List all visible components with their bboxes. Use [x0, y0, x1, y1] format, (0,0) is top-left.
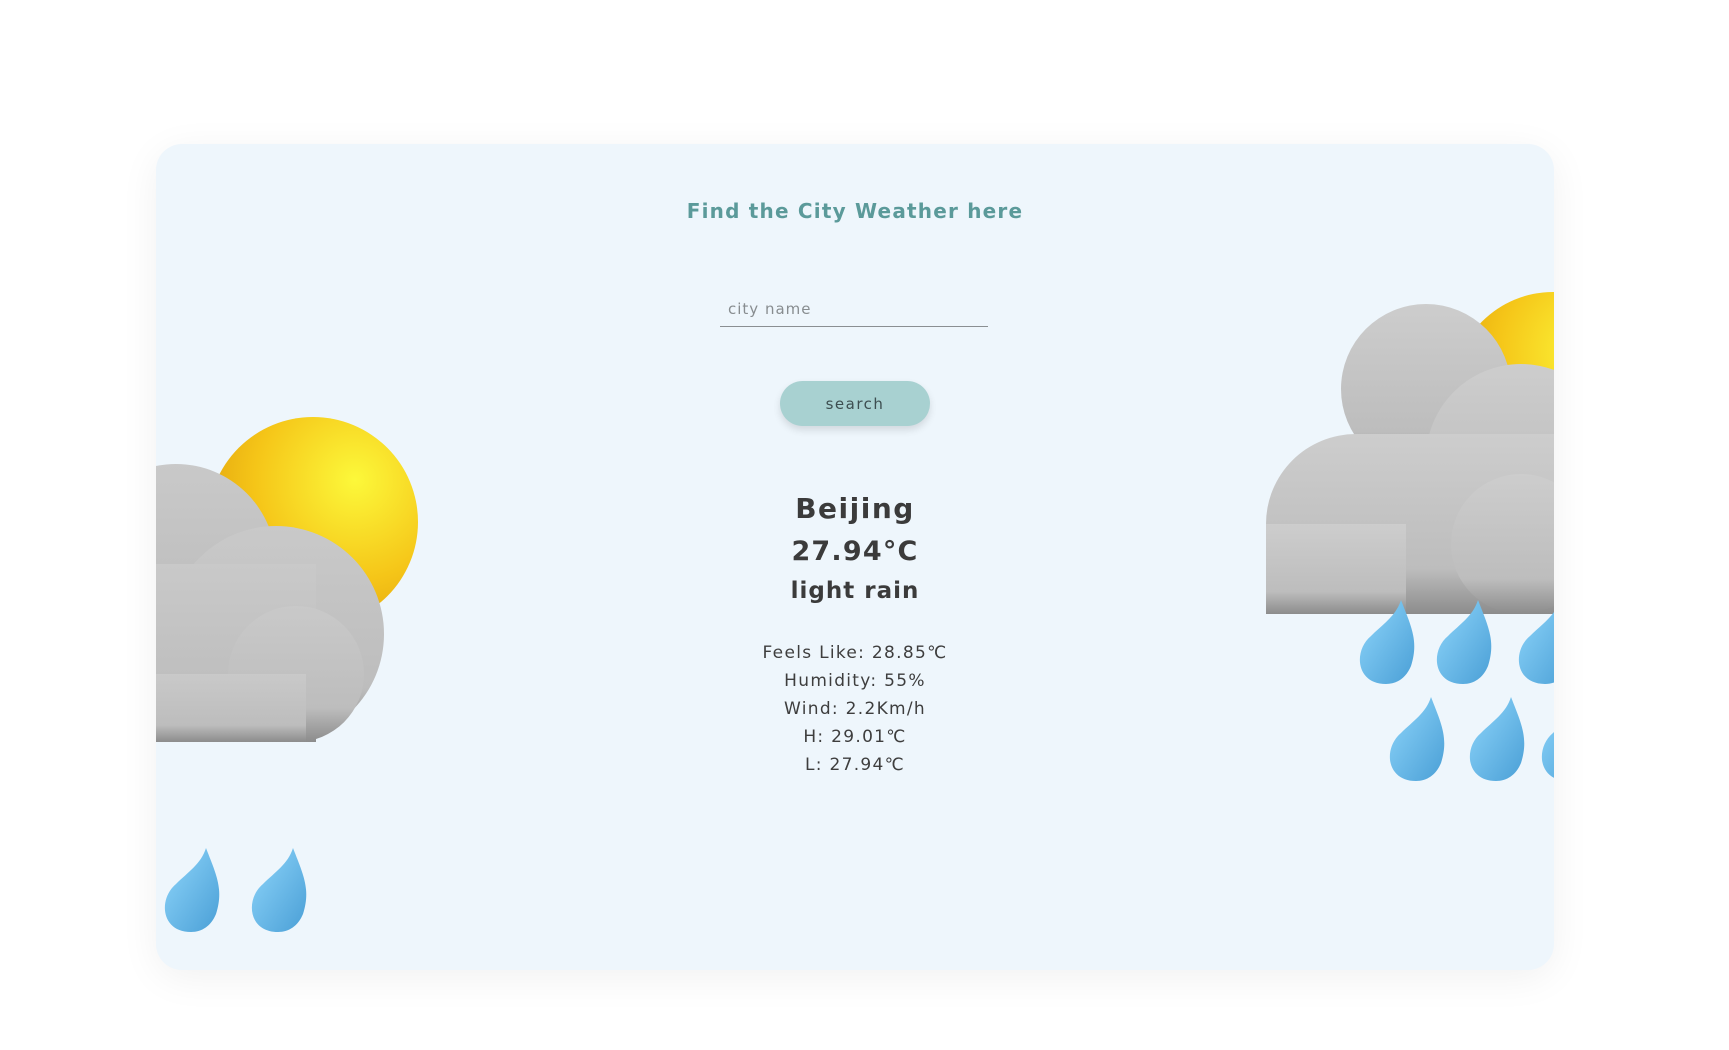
low-temperature: L: 27.94℃: [804, 755, 906, 775]
city-name: Beijing: [795, 492, 915, 525]
weather-description: light rain: [790, 578, 920, 604]
feels-like: Feels Like: 28.85℃: [762, 643, 948, 663]
page-title: Find the City Weather here: [686, 199, 1024, 223]
search-button[interactable]: search: [780, 381, 930, 426]
high-temperature: H: 29.01℃: [803, 727, 907, 747]
weather-details: Feels Like: 28.85℃ Humidity: 55% Wind: 2…: [156, 639, 1554, 779]
wind-speed: Wind: 2.2Km/h: [783, 699, 926, 719]
temperature: 27.94°C: [791, 536, 919, 567]
weather-card: Find the City Weather here search Beijin…: [156, 144, 1554, 970]
city-search-input[interactable]: [720, 291, 988, 327]
humidity: Humidity: 55%: [784, 671, 926, 691]
